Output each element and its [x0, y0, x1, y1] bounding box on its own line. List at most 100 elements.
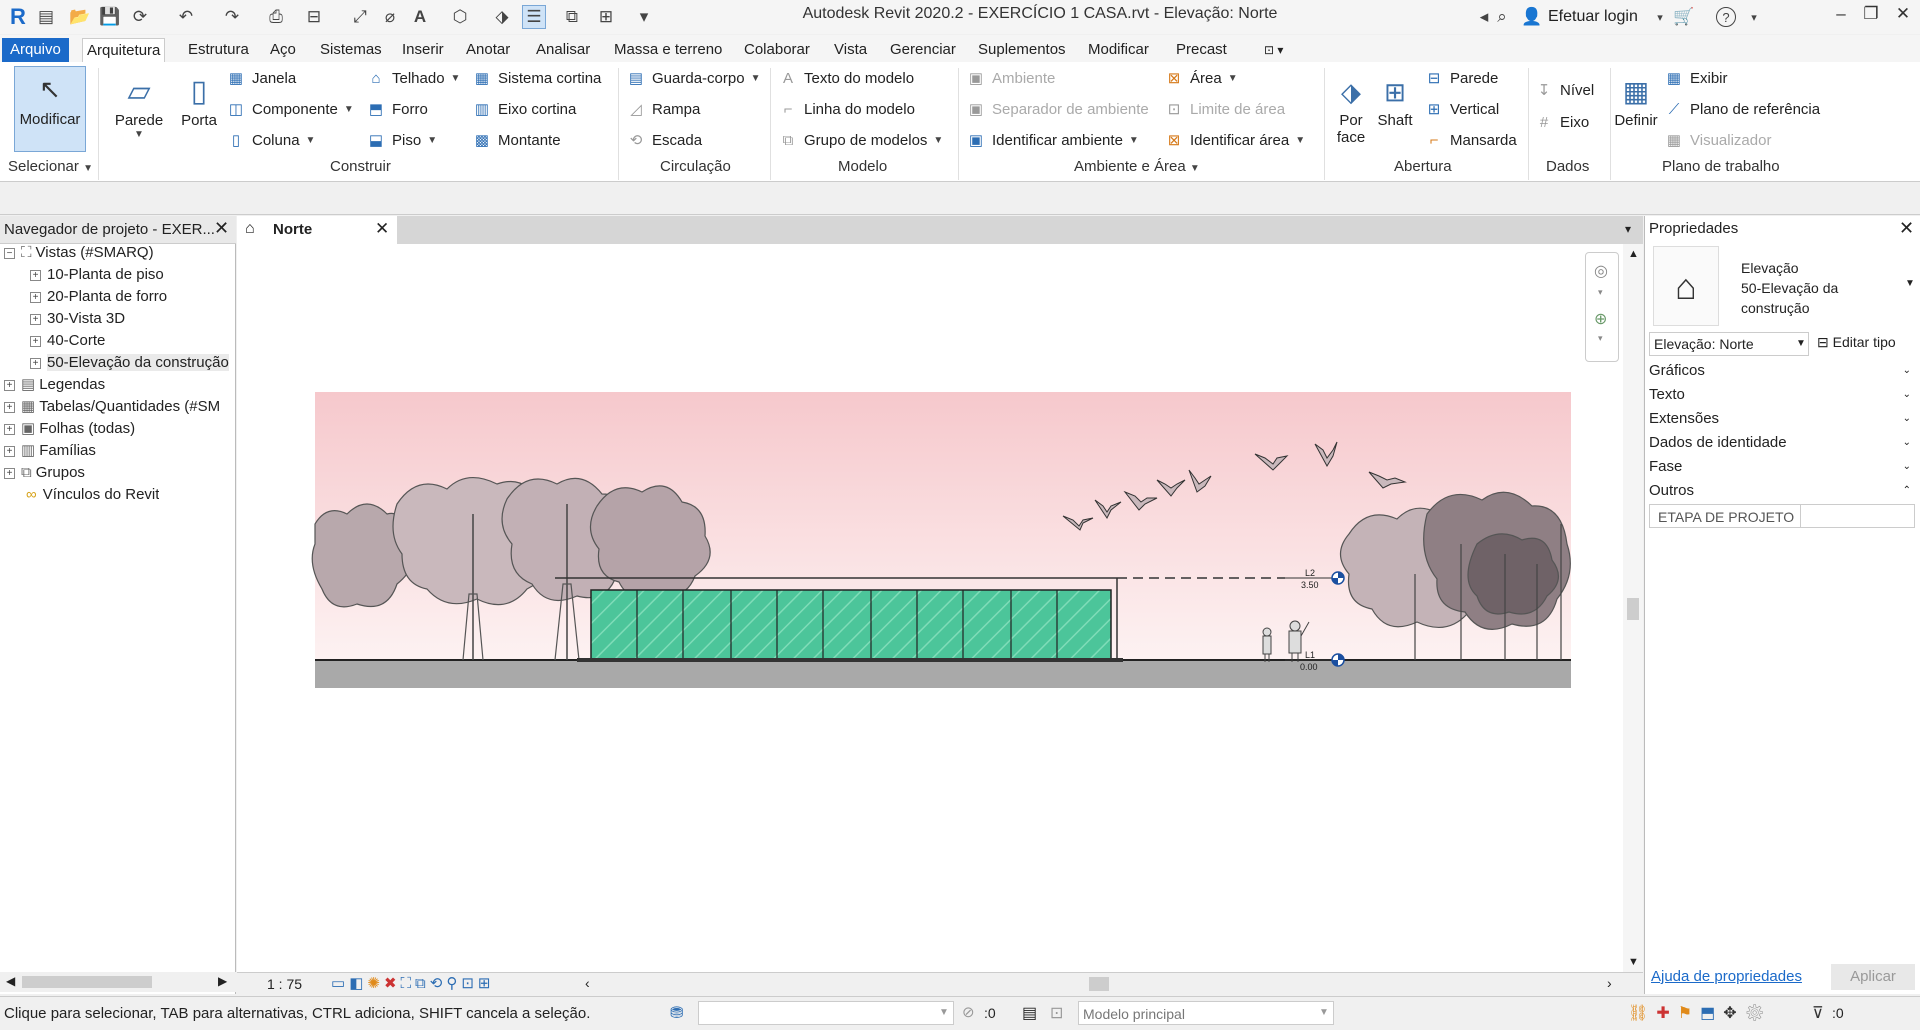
expand-icon[interactable]: +: [30, 291, 41, 303]
close-icon[interactable]: ✕: [1899, 218, 1914, 239]
room-separator-button[interactable]: ▣ Separador de ambiente: [966, 97, 1149, 123]
steering-wheel-icon[interactable]: ◎: [1594, 261, 1608, 281]
column-button[interactable]: ▯ Coluna ▼: [226, 128, 316, 154]
component-button[interactable]: ◫ Componente ▼: [226, 97, 354, 123]
close-hidden-icon[interactable]: ⧉: [560, 5, 584, 29]
selection-options-icons[interactable]: ⛓✚⚑⬒✥⚙: [1628, 1003, 1773, 1023]
help-dropdown-icon[interactable]: ▾: [1742, 5, 1766, 29]
mullion-button[interactable]: ▩ Montante: [472, 128, 561, 154]
curtain-grid-button[interactable]: ▥ Eixo cortina: [472, 97, 576, 123]
by-face-button[interactable]: ⬗ Por face: [1330, 66, 1372, 146]
tab-systems[interactable]: Sistemas: [316, 38, 386, 62]
home-icon[interactable]: ▤: [34, 5, 58, 29]
scrollbar-thumb[interactable]: [1627, 598, 1639, 620]
view-controls-icons[interactable]: ▭◧✺✖⛶⧉⟲⚲⊡⊞: [331, 974, 495, 992]
scroll-down-icon[interactable]: ▼: [1628, 956, 1639, 968]
type-name[interactable]: Elevação 50-Elevação da construção: [1741, 258, 1838, 318]
stair-button[interactable]: ⟲ Escada: [626, 128, 702, 154]
scroll-right-icon[interactable]: ▶: [218, 974, 227, 988]
prop-group-text[interactable]: Texto ⌄: [1649, 384, 1915, 406]
tag-icon[interactable]: ⌀: [378, 5, 402, 29]
scroll-right-icon[interactable]: ›: [1607, 975, 1612, 991]
constraints-icon[interactable]: ⊞: [478, 975, 495, 992]
tree-item-section[interactable]: +40-Corte: [30, 330, 105, 352]
tree-item-groups[interactable]: + ⧉ Grupos: [4, 462, 85, 484]
chevron-down-icon[interactable]: ▾: [1598, 333, 1603, 344]
model-text-button[interactable]: A Texto do modelo: [778, 66, 914, 92]
aligned-dimension-icon[interactable]: ⤢: [348, 5, 372, 29]
expand-icon[interactable]: +: [4, 467, 15, 479]
wall-opening-button[interactable]: ⊟ Parede: [1424, 66, 1499, 92]
view-tab-norte[interactable]: ⌂ Norte ✕: [237, 216, 397, 244]
level-button[interactable]: ↧ Nível: [1534, 78, 1594, 104]
curtain-wall[interactable]: [590, 589, 1112, 661]
tree-item-elevation[interactable]: +50-Elevação da construção: [30, 352, 234, 374]
zoom-icon[interactable]: ⊕: [1594, 309, 1607, 329]
expand-icon[interactable]: +: [4, 445, 15, 457]
login-dropdown-icon[interactable]: ▾: [1648, 5, 1672, 29]
binoculars-icon[interactable]: ⌕: [1490, 5, 1514, 29]
browser-scrollbar[interactable]: ◀ ▶: [0, 972, 236, 992]
expand-icon[interactable]: +: [30, 357, 41, 369]
collapse-icon[interactable]: −: [4, 247, 15, 259]
scrollbar-thumb[interactable]: [22, 976, 152, 988]
ramp-button[interactable]: ◿ Rampa: [626, 97, 700, 123]
properties-help-link[interactable]: Ajuda de propriedades: [1651, 968, 1802, 985]
tab-massing[interactable]: Massa e terreno: [610, 38, 726, 62]
expand-icon[interactable]: +: [30, 269, 41, 281]
tab-addins[interactable]: Suplementos: [974, 38, 1070, 62]
tree-item-legends[interactable]: + ▤ Legendas: [4, 374, 105, 396]
tree-item-schedules[interactable]: + ▦ Tabelas/Quantidades (#SM: [4, 396, 234, 418]
cart-icon[interactable]: 🛒: [1672, 5, 1696, 29]
select-by-face-icon[interactable]: ⬒: [1700, 1005, 1723, 1022]
reveal-hidden-icon[interactable]: ⚲: [446, 975, 461, 992]
tree-item-ceiling-plan[interactable]: +20-Planta de forro: [30, 286, 167, 308]
prop-group-graphics[interactable]: Gráficos ⌄: [1649, 360, 1915, 382]
prop-group-phase[interactable]: Fase ⌄: [1649, 456, 1915, 478]
railing-button[interactable]: ▤ Guarda-corpo ▼: [626, 66, 761, 92]
revit-logo-icon[interactable]: R: [6, 4, 30, 29]
drawing-canvas[interactable]: L2 3.50 L1 0.00 ◎ ▾ ⊕ ▾ ▲ ▼: [237, 244, 1643, 972]
room-area-panel-label[interactable]: Ambiente e Área ▼: [1074, 158, 1200, 175]
chevron-down-icon[interactable]: ▾: [1598, 287, 1603, 298]
grid-button[interactable]: # Eixo: [1534, 110, 1589, 136]
prop-group-identity[interactable]: Dados de identidade ⌄: [1649, 432, 1915, 454]
tab-precast[interactable]: Precast: [1172, 38, 1231, 62]
roof-button[interactable]: ⌂ Telhado ▼: [366, 66, 460, 92]
text-icon[interactable]: A: [408, 5, 432, 29]
user-icon[interactable]: 👤: [1520, 5, 1544, 29]
tab-view[interactable]: Vista: [830, 38, 871, 62]
modify-button[interactable]: ↖ Modificar: [14, 66, 86, 152]
tree-item-families[interactable]: + ▥ Famílias: [4, 440, 96, 462]
instance-selector[interactable]: Elevação: Norte ▼: [1649, 332, 1809, 356]
prop-group-extents[interactable]: Extensões ⌄: [1649, 408, 1915, 430]
tab-annotate[interactable]: Anotar: [462, 38, 514, 62]
expand-icon[interactable]: +: [4, 423, 15, 435]
3d-view-icon[interactable]: ⬡: [448, 5, 472, 29]
close-icon[interactable]: ✕: [214, 218, 229, 239]
temp-hide-icon[interactable]: ⟲: [430, 975, 447, 992]
tab-collaborate[interactable]: Colaborar: [740, 38, 814, 62]
view-scale[interactable]: 1 : 75: [267, 976, 302, 992]
filter-icon[interactable]: ⊽: [1812, 1003, 1824, 1023]
open-icon[interactable]: 📂: [68, 5, 92, 29]
restore-button[interactable]: ❐: [1856, 4, 1886, 30]
tree-item-sheets[interactable]: + ▣ Folhas (todas): [4, 418, 135, 440]
show-workplane-button[interactable]: ▦ Exibir: [1664, 66, 1728, 92]
close-window-button[interactable]: ✕: [1888, 4, 1918, 30]
login-link[interactable]: Efetuar login: [1548, 8, 1638, 26]
tag-area-button[interactable]: ⊠ Identificar área ▼: [1164, 128, 1305, 154]
thin-lines-icon[interactable]: ☰: [522, 5, 546, 29]
tab-manage[interactable]: Gerenciar: [886, 38, 960, 62]
floor-button[interactable]: ⬓ Piso ▼: [366, 128, 437, 154]
select-underlay-icon[interactable]: ✚: [1656, 1005, 1677, 1022]
measure-icon[interactable]: ⊟: [302, 5, 326, 29]
minimize-button[interactable]: –: [1826, 4, 1856, 30]
switch-windows-icon[interactable]: ⊞: [594, 5, 618, 29]
tree-item-floor-plan[interactable]: +10-Planta de piso: [30, 264, 164, 286]
viewer-button[interactable]: ▦ Visualizador: [1664, 128, 1772, 154]
background-process-icon[interactable]: ⚙: [1745, 1005, 1773, 1022]
tab-file[interactable]: Arquivo: [2, 38, 69, 62]
curtain-system-button[interactable]: ▦ Sistema cortina: [472, 66, 601, 92]
worksharing-icon[interactable]: ⛃: [670, 1003, 683, 1023]
